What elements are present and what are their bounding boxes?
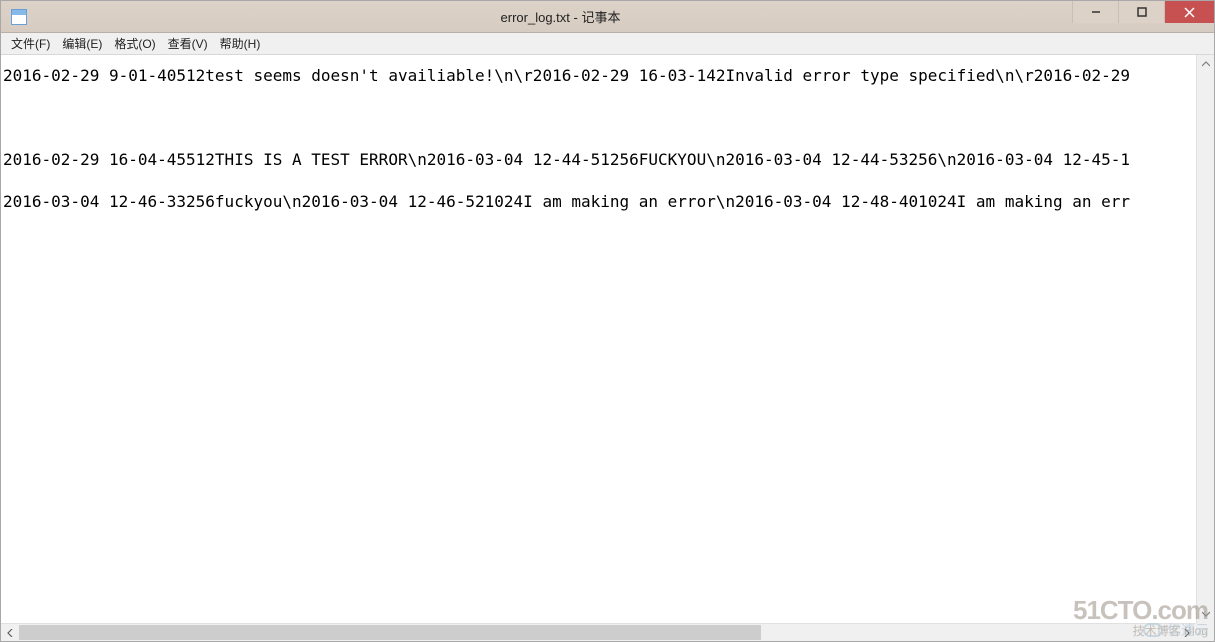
scroll-up-icon[interactable] [1197,55,1214,73]
text-line: 2016-02-29 16-04-45512THIS IS A TEST ERR… [3,150,1130,169]
menu-file[interactable]: 文件(F) [5,33,56,54]
window-controls [1072,1,1214,25]
close-button[interactable] [1164,1,1214,23]
scroll-left-icon[interactable] [1,624,19,641]
minimize-button[interactable] [1072,1,1118,23]
menu-view[interactable]: 查看(V) [162,33,214,54]
text-line: 2016-03-04 12-46-33256fuckyou\n2016-03-0… [3,192,1130,211]
text-line: 2016-02-29 9-01-40512test seems doesn't … [3,66,1140,85]
scroll-right-icon[interactable] [1178,624,1196,641]
content-area: 2016-02-29 9-01-40512test seems doesn't … [1,55,1214,641]
text-editor[interactable]: 2016-02-29 9-01-40512test seems doesn't … [1,55,1196,623]
menu-help[interactable]: 帮助(H) [214,33,267,54]
scroll-down-icon[interactable] [1197,605,1214,623]
horizontal-scrollbar[interactable] [1,623,1196,641]
window-title: error_log.txt - 记事本 [0,7,1214,26]
maximize-button[interactable] [1118,1,1164,23]
scroll-corner [1196,623,1214,641]
scroll-thumb-horizontal[interactable] [19,625,761,640]
vertical-scrollbar[interactable] [1196,55,1214,623]
menubar: 文件(F) 编辑(E) 格式(O) 查看(V) 帮助(H) [1,33,1214,55]
menu-edit[interactable]: 编辑(E) [56,33,108,54]
scroll-track-horizontal[interactable] [19,624,1178,641]
notepad-window: error_log.txt - 记事本 文件(F) 编辑(E) 格式(O) 查看… [0,0,1215,642]
titlebar[interactable]: error_log.txt - 记事本 [1,1,1214,33]
scroll-track-vertical[interactable] [1197,73,1214,605]
menu-format[interactable]: 格式(O) [108,33,161,54]
